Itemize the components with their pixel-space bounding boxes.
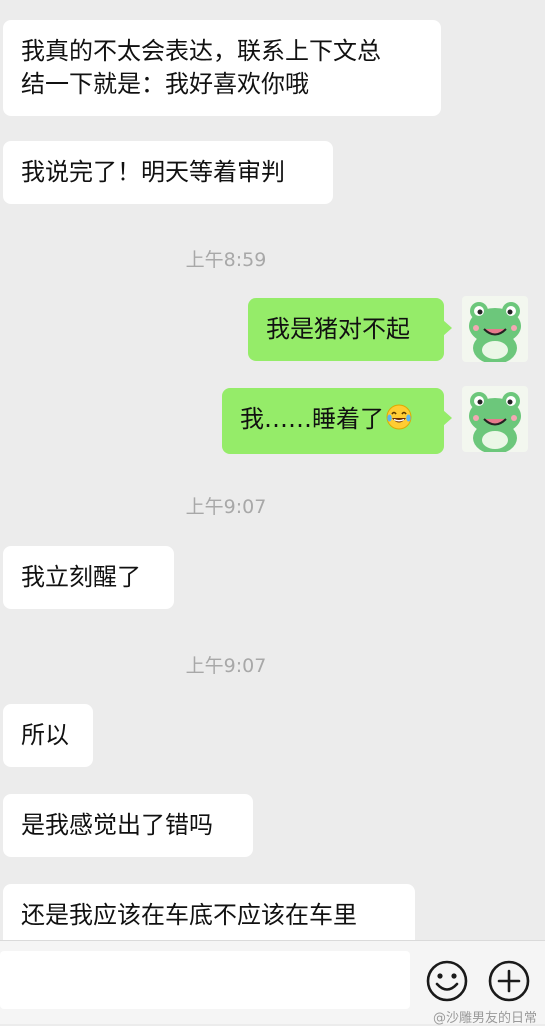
outgoing-message-bubble[interactable]: 我是猪对不起 <box>248 298 452 361</box>
message-text: 我说完了！明天等着审判 <box>21 158 285 186</box>
message-text-line: 我真的不太会表达，联系上下文总 <box>21 37 381 65</box>
outgoing-message-bubble[interactable]: 我……睡着了 <box>222 388 452 454</box>
message-text: 我……睡着了 <box>240 405 384 433</box>
smiley-face-icon <box>426 960 468 1002</box>
message-text: 我是猪对不起 <box>266 315 410 343</box>
laughing-tears-emoji-icon <box>386 404 412 439</box>
incoming-message-bubble[interactable]: 是我感觉出了错吗 <box>3 794 253 857</box>
frog-avatar[interactable] <box>462 386 528 452</box>
incoming-message-bubble[interactable]: 还是我应该在车底不应该在车里 <box>3 884 415 940</box>
incoming-message-bubble[interactable]: 我说完了！明天等着审判 <box>3 141 333 204</box>
emoji-button[interactable] <box>425 959 469 1003</box>
frog-icon <box>469 392 521 452</box>
watermark-text: @沙雕男友的日常 <box>432 1011 537 1026</box>
incoming-message-bubble[interactable]: 我真的不太会表达，联系上下文总 结一下就是：我好喜欢你哦 <box>3 20 441 116</box>
frog-avatar[interactable] <box>462 296 528 362</box>
timestamp: 上午9:07 <box>185 496 267 518</box>
timestamp: 上午9:07 <box>185 655 267 677</box>
incoming-message-bubble[interactable]: 所以 <box>3 704 93 767</box>
chat-area: 我真的不太会表达，联系上下文总 结一下就是：我好喜欢你哦 我说完了！明天等着审判… <box>0 0 545 940</box>
message-input[interactable] <box>0 951 410 1009</box>
incoming-message-bubble[interactable]: 我立刻醒了 <box>3 546 174 609</box>
plus-circle-icon <box>488 960 530 1002</box>
message-text-line: 结一下就是：我好喜欢你哦 <box>21 70 309 98</box>
chat-input-bar: @沙雕男友的日常 <box>0 940 545 1026</box>
message-text: 我立刻醒了 <box>21 563 141 591</box>
frog-icon <box>469 302 521 362</box>
timestamp: 上午8:59 <box>185 249 267 271</box>
message-text: 是我感觉出了错吗 <box>21 811 213 839</box>
message-text: 所以 <box>21 721 69 749</box>
more-button[interactable] <box>487 959 531 1003</box>
message-text: 还是我应该在车底不应该在车里 <box>21 901 357 929</box>
